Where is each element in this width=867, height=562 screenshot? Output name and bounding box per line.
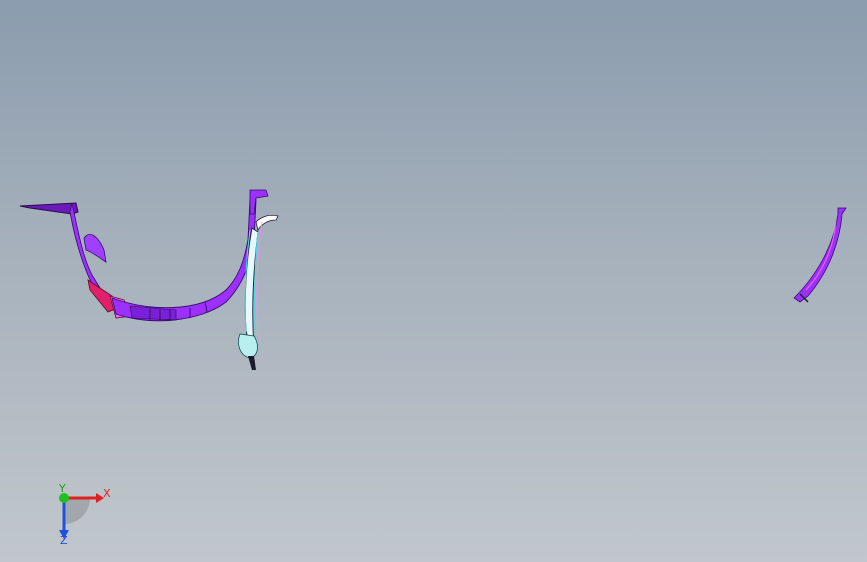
part-middle-bracket[interactable]: [238, 214, 279, 370]
triad-plane-shade: [64, 498, 90, 524]
reference-triad: X Y Z: [58, 482, 111, 546]
model-scene[interactable]: [0, 0, 867, 562]
graphics-viewport[interactable]: X Y Z: [0, 0, 867, 562]
part-left-trim[interactable]: [19, 189, 269, 322]
y-axis-label: Y: [58, 482, 66, 495]
part-right-strip[interactable]: [793, 207, 847, 303]
z-axis-label: Z: [60, 534, 68, 546]
x-axis-label: X: [103, 487, 111, 500]
